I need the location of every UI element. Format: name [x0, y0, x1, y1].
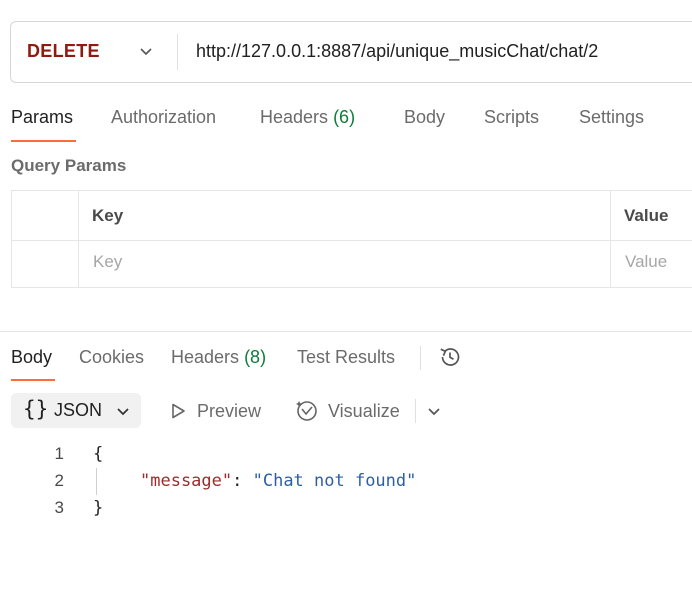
table-col-divider — [610, 191, 611, 287]
chevron-down-icon[interactable] — [426, 403, 442, 419]
tab-params-indicator — [11, 140, 76, 142]
json-string-value: "Chat not found" — [252, 471, 417, 491]
column-header-value: Value — [624, 206, 669, 225]
tab-authorization[interactable]: Authorization — [111, 107, 216, 128]
tab-cookies[interactable]: Cookies — [79, 347, 144, 368]
tab-response-headers[interactable]: Headers (8) — [171, 347, 266, 368]
history-icon[interactable] — [437, 344, 463, 370]
visualize-button[interactable]: Visualize — [328, 401, 400, 422]
tab-params[interactable]: Params — [11, 107, 73, 128]
chevron-down-icon — [117, 408, 129, 416]
key-input[interactable]: Key — [93, 252, 122, 272]
url-separator — [177, 34, 178, 70]
play-icon — [172, 403, 185, 419]
table-col-divider — [78, 191, 79, 287]
tab-response-body[interactable]: Body — [11, 347, 52, 368]
tab-response-body-indicator — [11, 379, 55, 381]
toolbar-separator — [415, 399, 416, 423]
tab-headers-label: Headers — [260, 107, 329, 127]
json-close-brace: } — [93, 498, 104, 518]
method-select[interactable]: DELETE — [27, 41, 100, 62]
line-number: 2 — [54, 471, 64, 490]
json-colon: : — [232, 471, 253, 491]
line-number: 1 — [54, 444, 64, 463]
tab-response-headers-label: Headers — [171, 347, 240, 367]
tab-scripts[interactable]: Scripts — [484, 107, 539, 128]
json-key: "message" — [140, 471, 233, 491]
query-params-table: Key Value Key Value — [11, 190, 692, 288]
headers-count: (6) — [333, 107, 356, 127]
request-url-bar: DELETE http://127.0.0.1:8887/api/unique_… — [10, 21, 692, 83]
response-headers-count: (8) — [244, 347, 267, 367]
json-line: "message": "Chat not found" — [140, 471, 416, 491]
url-input[interactable]: http://127.0.0.1:8887/api/unique_musicCh… — [196, 41, 598, 62]
line-number: 3 — [54, 498, 64, 517]
tab-settings[interactable]: Settings — [579, 107, 644, 128]
tab-headers[interactable]: Headers (6) — [260, 107, 355, 128]
column-header-key: Key — [92, 206, 124, 225]
chevron-down-icon[interactable] — [137, 42, 155, 60]
json-open-brace: { — [93, 444, 104, 464]
indent-guide — [96, 468, 97, 495]
tab-test-results[interactable]: Test Results — [297, 347, 395, 368]
query-params-title: Query Params — [11, 156, 127, 175]
format-select[interactable]: {} JSON — [11, 393, 141, 428]
format-label: JSON — [54, 400, 103, 420]
tab-separator — [420, 346, 421, 370]
visualize-icon — [296, 401, 317, 421]
table-row-divider — [12, 240, 692, 241]
braces-icon: {} — [23, 397, 49, 421]
preview-button[interactable]: Preview — [197, 401, 261, 422]
tab-body[interactable]: Body — [404, 107, 445, 128]
panel-divider[interactable] — [0, 331, 692, 332]
value-input[interactable]: Value — [625, 252, 667, 272]
